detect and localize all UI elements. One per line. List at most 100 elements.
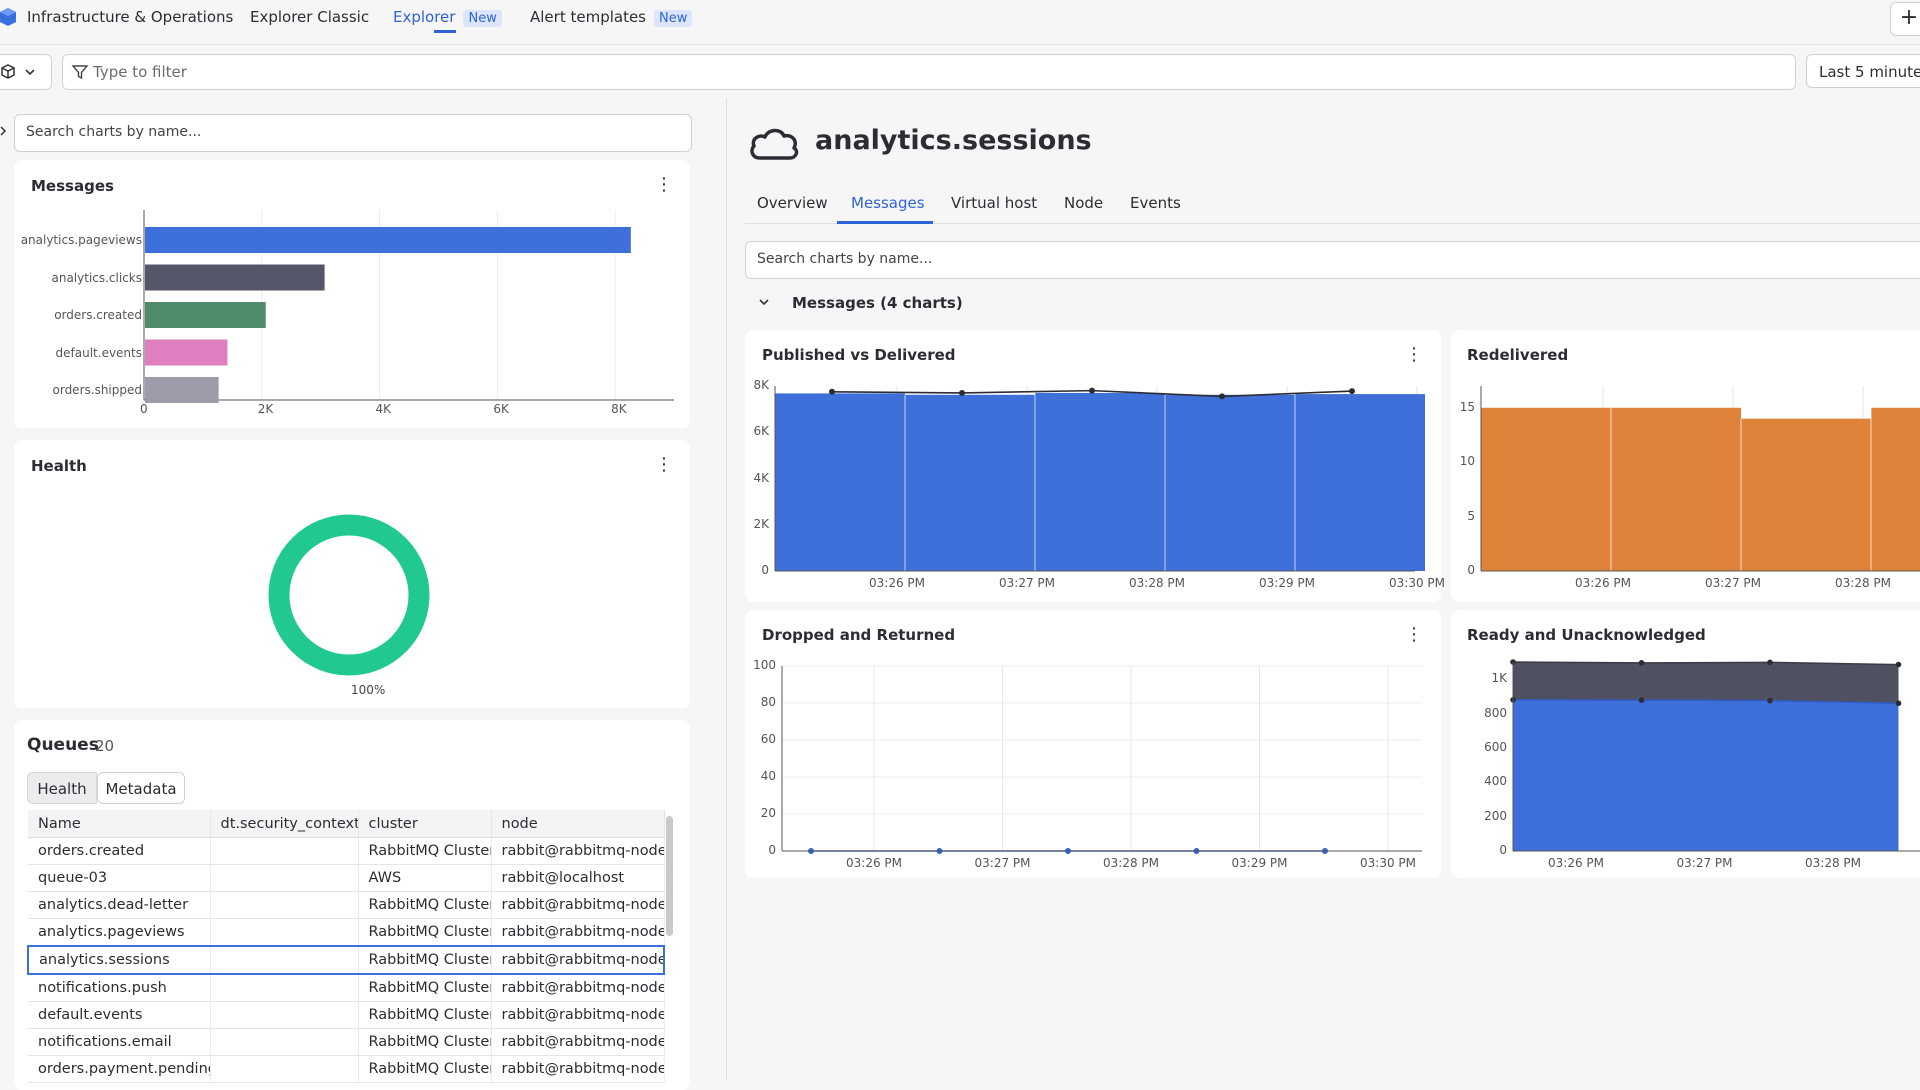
table-row[interactable]: orders.payment.pending RabbitMQ Cluster ra… [28,1055,665,1083]
bar[interactable] [145,377,219,403]
chart-group-title[interactable]: Messages (4 charts) [792,294,963,312]
panel-divider[interactable] [726,98,727,1080]
data-point[interactable] [1219,393,1225,400]
collapse-panel-icon[interactable] [0,126,7,136]
cell-name: queue-03 [28,864,211,892]
tab-alert-templates[interactable]: Alert templates New [530,8,693,27]
add-button[interactable]: + [1890,2,1920,36]
x-tick-label: 03:29 PM [1259,576,1315,590]
bar[interactable] [1611,407,1741,571]
tab-overview[interactable]: Overview [757,194,828,212]
cell-security-context [210,1001,359,1029]
filter-icon [71,65,89,80]
health-card-title: Health [31,457,87,475]
bar[interactable] [145,227,631,253]
chart-title: Ready and Unacknowledged [1467,626,1706,644]
tab-explorer-classic[interactable]: Explorer Classic [250,8,369,26]
table-row[interactable]: default.events RabbitMQ Cluster rabbit@rab… [28,1001,665,1029]
bar[interactable] [145,339,228,366]
scope-dropdown-button[interactable] [0,54,52,90]
data-point[interactable] [1638,697,1645,703]
chart-title: Published vs Delivered [762,346,956,364]
cell-name: orders.created [28,837,211,865]
table-row[interactable]: notifications.email RabbitMQ Cluster rabbi… [28,1028,665,1056]
chart-plot [781,665,1422,854]
data-point[interactable] [1767,697,1773,704]
data-point[interactable] [1895,700,1902,707]
x-tick-label: 03:26 PM [1575,576,1631,590]
x-tick-label: 0 [140,402,148,416]
chevron-down-icon[interactable] [758,298,770,306]
cell-node: rabbit@rabbitmq-node- [491,1028,665,1056]
table-row[interactable]: queue-03 AWS rabbit@localhost [28,864,665,892]
table-row[interactable]: analytics.pageviews RabbitMQ Cluster rabbi… [28,918,665,947]
data-point[interactable] [1895,661,1902,668]
health-donut-chart [268,514,430,676]
bar-category-label: analytics.pageviews [20,233,142,247]
bar[interactable] [775,393,905,571]
active-tab-underline [837,221,933,224]
x-tick-label: 6K [493,402,509,416]
cell-node: rabbit@rabbitmq-node- [491,837,665,865]
y-tick-label: 0 [1467,563,1475,577]
tab-messages[interactable]: Messages [851,194,925,212]
bar[interactable] [905,394,1035,571]
more-options-icon[interactable]: ⋮ [655,176,673,194]
tab-events[interactable]: Events [1130,194,1181,212]
cell-name: default.events [28,1001,211,1029]
timeframe-selector[interactable]: Last 5 minutes [1806,54,1920,88]
bar[interactable] [1035,392,1165,571]
data-point[interactable] [1767,659,1773,666]
y-tick-label: 0 [1499,843,1507,857]
bar[interactable] [145,264,325,291]
filter-input[interactable]: Type to filter [62,54,1796,90]
tab-virtual-host[interactable]: Virtual host [951,194,1037,212]
app-logo-icon [0,8,16,26]
left-chart-search-input[interactable]: Search charts by name... [14,114,692,152]
more-options-icon[interactable]: ⋮ [1405,626,1423,644]
y-tick-label: 20 [760,806,776,820]
bar[interactable] [1295,394,1425,571]
more-options-icon[interactable]: ⋮ [1405,346,1423,364]
column-header-security-context[interactable]: dt.security_context [210,810,359,838]
table-row[interactable]: notifications.push RabbitMQ Cluster rabbit… [28,974,665,1002]
column-header-node[interactable]: node [491,810,665,838]
new-badge: New [654,10,693,27]
cell-security-context [210,891,359,919]
data-point[interactable] [1638,660,1645,666]
column-header-name[interactable]: Name [28,810,211,838]
segment-metadata[interactable]: Metadata [97,772,185,804]
data-point[interactable] [959,389,965,396]
tab-node[interactable]: Node [1064,194,1103,212]
chart-title: Redelivered [1467,346,1569,364]
table-row[interactable]: analytics.dead-letter RabbitMQ Cluster rab… [28,891,665,919]
table-header-row: Name dt.security_context cluster node [28,810,665,838]
bar[interactable] [1165,394,1295,571]
cloud-icon [750,128,799,160]
y-tick-label: 400 [1484,774,1507,789]
right-chart-search-input[interactable]: Search charts by name... [745,241,1920,279]
bar[interactable] [1741,418,1871,571]
bar[interactable] [1481,407,1611,571]
bar[interactable] [145,302,266,328]
tab-explorer[interactable]: Explorer New [393,8,502,27]
cell-node: rabbit@rabbitmq-node- [491,945,665,975]
cell-name: analytics.dead-letter [28,891,211,919]
cell-security-context [210,918,359,947]
cell-cluster: RabbitMQ Cluster [358,974,492,1002]
data-point[interactable] [1349,388,1355,395]
cell-node: rabbit@rabbitmq-node- [491,974,665,1002]
series-area[interactable] [1513,699,1899,851]
table-scrollbar[interactable] [666,816,673,936]
more-options-icon[interactable]: ⋮ [655,456,673,474]
data-point[interactable] [1089,387,1095,394]
bar[interactable] [1871,407,1920,571]
chart-card-redelivered: Redelivered 0 5 10 15 03:26 PM 03:27 PM 03:28 … [1451,330,1920,602]
segment-health[interactable]: Health [27,772,97,804]
cell-node: rabbit@rabbitmq-node- [491,1001,665,1029]
data-point[interactable] [829,388,835,395]
table-row[interactable]: analytics.sessions RabbitMQ Cluster rabbit… [27,945,665,975]
table-row[interactable]: orders.created RabbitMQ Cluster rabbit@rab… [28,837,665,865]
column-header-cluster[interactable]: cluster [358,810,492,838]
cell-security-context [210,1028,359,1056]
